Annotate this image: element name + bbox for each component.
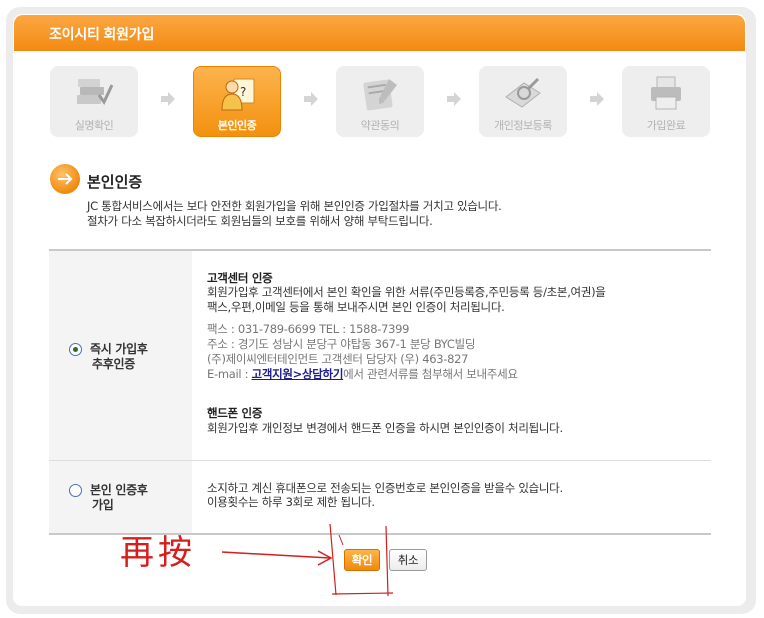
annotation-arrow-marks <box>221 523 394 597</box>
